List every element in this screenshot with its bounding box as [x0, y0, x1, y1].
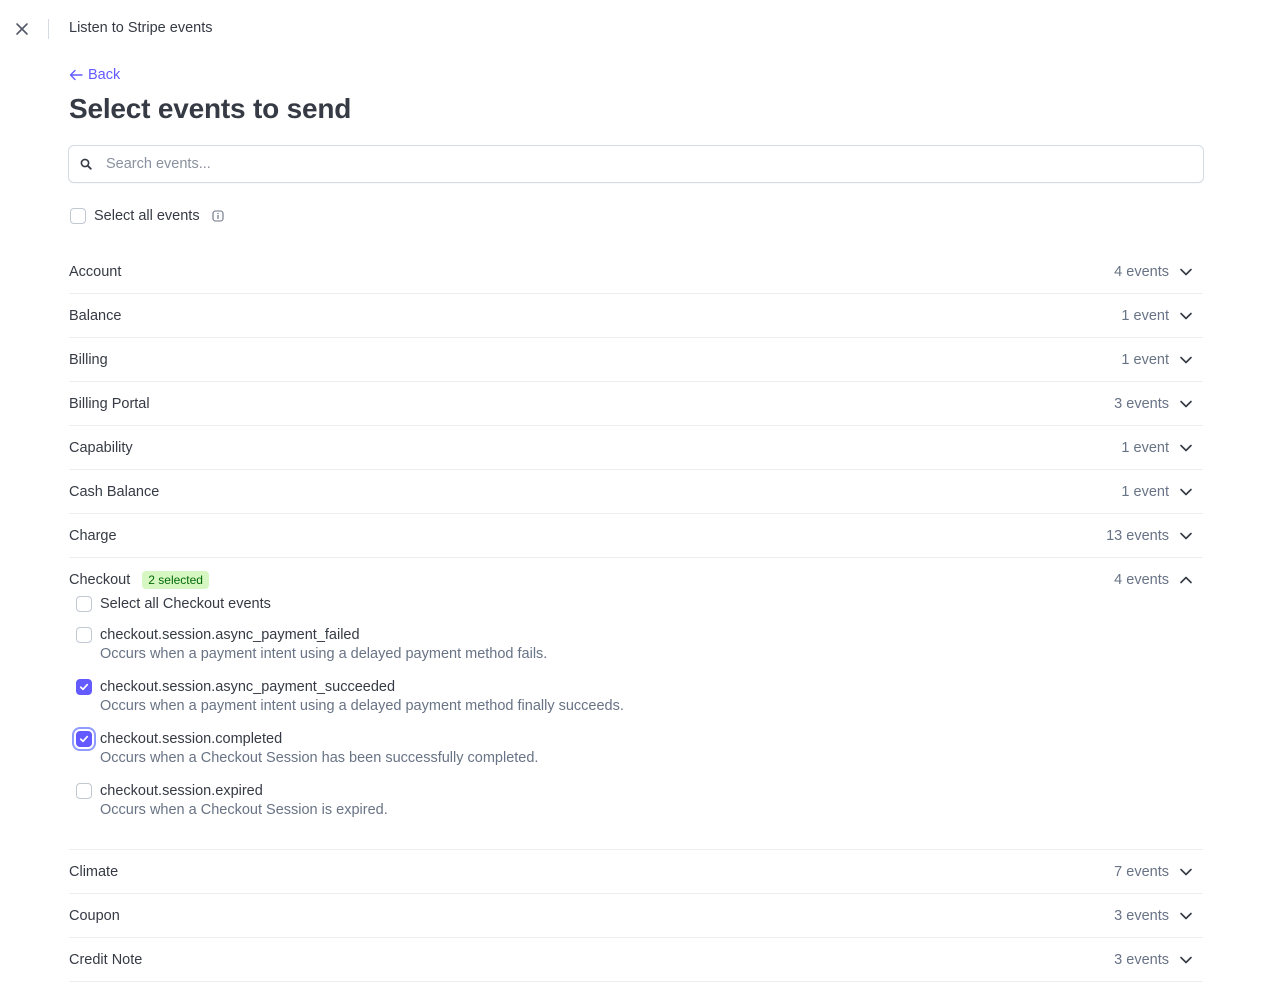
group-charge[interactable]: Charge 13 events [69, 514, 1203, 558]
group-billing-portal[interactable]: Billing Portal 3 events [69, 382, 1203, 426]
search-input[interactable] [104, 155, 1184, 173]
group-name: Charge [69, 527, 117, 544]
select-all-checkout-checkbox[interactable] [76, 596, 92, 612]
chevron-down-icon [1180, 268, 1192, 275]
group-name: Cash Balance [69, 483, 160, 500]
chevron-down-icon [1180, 956, 1192, 963]
event-name: checkout.session.completed [100, 731, 283, 747]
group-cash-balance[interactable]: Cash Balance 1 event [69, 470, 1203, 514]
event-checkbox[interactable] [76, 731, 92, 747]
group-coupon[interactable]: Coupon 3 events [69, 894, 1203, 938]
group-account[interactable]: Account 4 events [69, 250, 1203, 294]
group-climate[interactable]: Climate 7 events [69, 850, 1203, 894]
chevron-down-icon [1180, 488, 1192, 495]
chevron-down-icon [1180, 312, 1192, 319]
select-all-checkout-label: Select all Checkout events [100, 596, 271, 612]
chevron-down-icon [1180, 356, 1192, 363]
back-label: Back [88, 67, 121, 83]
top-bar: Listen to Stripe events [0, 0, 1275, 58]
group-name: Billing Portal [69, 395, 150, 412]
group-name: Balance [69, 307, 122, 324]
group-count: 1 event [1121, 307, 1169, 324]
group-count: 3 events [1114, 951, 1169, 968]
event-item[interactable]: checkout.session.async_payment_succeeded… [76, 678, 1203, 716]
event-item[interactable]: checkout.session.expired Occurs when a C… [76, 782, 1203, 820]
header-title: Listen to Stripe events [69, 20, 213, 36]
group-count: 7 events [1114, 863, 1169, 880]
search-box[interactable] [68, 145, 1204, 183]
header-divider [48, 19, 49, 39]
selected-badge: 2 selected [142, 571, 209, 589]
group-count: 4 events [1114, 572, 1169, 588]
select-all-label: Select all events [94, 208, 200, 224]
chevron-down-icon [1180, 400, 1192, 407]
event-name: checkout.session.async_payment_succeeded [100, 679, 396, 695]
event-description: Occurs when a Checkout Session has been … [100, 750, 539, 766]
chevron-down-icon [1180, 444, 1192, 451]
back-link[interactable]: Back [69, 67, 120, 83]
group-count: 1 event [1121, 439, 1169, 456]
event-item[interactable]: checkout.session.async_payment_failed Oc… [76, 626, 1203, 664]
check-icon [79, 735, 89, 743]
event-checkbox[interactable] [76, 627, 92, 643]
group-billing[interactable]: Billing 1 event [69, 338, 1203, 382]
group-credit-note[interactable]: Credit Note 3 events [69, 938, 1203, 982]
group-name: Billing [69, 351, 108, 368]
group-name: Coupon [69, 907, 120, 924]
group-count: 4 events [1114, 263, 1169, 280]
event-description: Occurs when a Checkout Session is expire… [100, 802, 388, 818]
select-all-checkbox[interactable] [70, 208, 86, 224]
group-name: Account [69, 263, 122, 280]
close-button[interactable] [12, 19, 32, 39]
chevron-up-icon [1180, 576, 1192, 584]
event-name: checkout.session.async_payment_failed [100, 627, 360, 643]
group-balance[interactable]: Balance 1 event [69, 294, 1203, 338]
chevron-down-icon [1180, 912, 1192, 919]
event-name: checkout.session.expired [100, 783, 263, 799]
group-name: Capability [69, 439, 133, 456]
page-title: Select events to send [69, 93, 352, 124]
close-icon [16, 23, 28, 35]
chevron-down-icon [1180, 532, 1192, 539]
event-description: Occurs when a payment intent using a del… [100, 698, 624, 714]
group-count: 1 event [1121, 483, 1169, 500]
group-count: 1 event [1121, 351, 1169, 368]
group-count: 3 events [1114, 907, 1169, 924]
group-name: Credit Note [69, 951, 143, 968]
event-description: Occurs when a payment intent using a del… [100, 646, 548, 662]
event-item[interactable]: checkout.session.completed Occurs when a… [76, 730, 1203, 768]
group-name: Climate [69, 863, 119, 880]
event-checkbox[interactable] [76, 679, 92, 695]
group-name: Checkout [69, 572, 131, 588]
arrow-left-icon [69, 69, 83, 81]
group-count: 13 events [1106, 527, 1169, 544]
event-checkbox[interactable] [76, 783, 92, 799]
search-icon [80, 158, 92, 170]
event-groups: Account 4 events Balance 1 event Billing… [69, 250, 1203, 982]
info-icon[interactable] [212, 210, 224, 222]
group-count: 3 events [1114, 395, 1169, 412]
chevron-down-icon [1180, 868, 1192, 875]
checkout-event-list: Select all Checkout events checkout.sess… [69, 594, 1203, 820]
select-all-checkout[interactable]: Select all Checkout events [76, 594, 1203, 614]
check-icon [79, 683, 89, 691]
group-capability[interactable]: Capability 1 event [69, 426, 1203, 470]
group-checkout-expanded: Checkout 2 selected 4 events Select all … [69, 558, 1203, 850]
select-all-events[interactable]: Select all events [70, 208, 224, 224]
